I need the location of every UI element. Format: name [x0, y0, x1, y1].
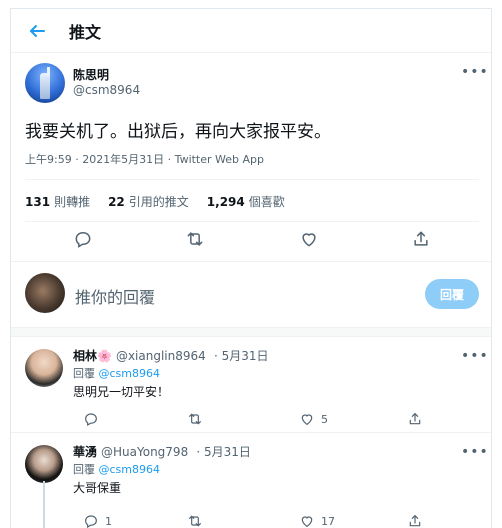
reply-input[interactable]: 推你的回覆 [75, 284, 155, 308]
author-handle[interactable]: @csm8964 [73, 83, 140, 97]
author-name[interactable]: 陈思明 [73, 66, 109, 83]
section-separator [11, 327, 491, 337]
reply-text: 大哥保重 [73, 481, 122, 495]
replying-to-handle[interactable]: @csm8964 [99, 367, 161, 380]
reply-author-avatar[interactable] [25, 445, 63, 483]
tweet-stats: 131 則轉推 22 引用的推文 1,294 個喜歡 [25, 193, 285, 210]
reply-retweet-action[interactable] [187, 411, 203, 427]
more-options-icon[interactable]: ••• [461, 349, 488, 365]
more-options-icon[interactable]: ••• [461, 65, 488, 81]
reply-author-name[interactable]: 華湧 [73, 445, 97, 459]
tweet-meta[interactable]: 上午9:59 · 2021年5月31日 · Twitter Web App [25, 151, 264, 167]
reply-text: 思明兄一切平安！ [73, 385, 170, 399]
my-avatar [25, 273, 65, 313]
reply-author[interactable]: 華湧 @HuaYong798 · 5月31日 [73, 443, 251, 460]
reply-comment-action[interactable]: 1 [83, 513, 112, 528]
retweet-icon [189, 413, 201, 425]
reply-comment-action[interactable] [83, 411, 99, 427]
comment-count: 1 [105, 514, 112, 528]
replying-to-handle[interactable]: @csm8964 [99, 463, 161, 476]
tweet-text: 我要关机了。出狱后，再向大家报平安。 [25, 122, 331, 142]
reply-author[interactable]: 相林🌸 @xianglin8964 · 5月31日 [73, 347, 269, 364]
quote-stat[interactable]: 22 引用的推文 [108, 193, 189, 210]
reply-author-handle[interactable]: @xianglin8964 [116, 349, 206, 363]
author-avatar[interactable] [25, 63, 65, 103]
reply-like-action[interactable]: 5 [299, 411, 328, 427]
reply-tweet[interactable]: 相林🌸 @xianglin8964 · 5月31日 回覆 @csm8964 思明兄… [11, 339, 491, 433]
torch-graphic [47, 67, 50, 76]
retweet-icon[interactable] [185, 229, 205, 249]
more-options-icon[interactable]: ••• [461, 445, 488, 461]
divider [11, 261, 491, 262]
reply-author-name[interactable]: 相林🌸 [73, 349, 112, 363]
like-icon [301, 414, 313, 426]
reply-share-action[interactable] [407, 411, 423, 427]
divider [25, 179, 479, 180]
replying-to: 回覆 @csm8964 [73, 367, 161, 380]
reply-button[interactable]: 回覆 [425, 279, 479, 309]
reply-author-handle[interactable]: @HuaYong798 [101, 445, 188, 459]
reply-share-action[interactable] [407, 513, 423, 528]
comment-icon [85, 413, 97, 427]
like-icon [301, 516, 313, 528]
reply-actions: 1 17 [69, 513, 469, 528]
reply-author-avatar[interactable] [25, 349, 63, 387]
like-stat[interactable]: 1,294 個喜歡 [207, 193, 285, 210]
thread-line [43, 481, 45, 528]
share-icon [409, 515, 421, 527]
tweet-detail-page: 推文 陈思明 @csm8964 ••• 我要关机了。出狱后，再向大家报平安。 上… [10, 8, 492, 528]
like-icon[interactable] [299, 229, 319, 249]
reply-like-action[interactable]: 17 [299, 513, 335, 528]
reply-retweet-action[interactable] [187, 513, 203, 528]
statue-of-liberty-graphic [40, 73, 50, 99]
like-count: 5 [321, 412, 328, 426]
arrow-left-icon[interactable] [25, 19, 49, 43]
share-icon[interactable] [411, 229, 431, 249]
like-count: 17 [321, 514, 335, 528]
share-icon [409, 413, 421, 425]
reply-date[interactable]: · 5月31日 [196, 445, 251, 459]
replying-to: 回覆 @csm8964 [73, 463, 161, 476]
reply-actions: 5 [69, 411, 469, 429]
page-title: 推文 [69, 23, 102, 42]
retweet-icon [189, 515, 201, 527]
reply-date[interactable]: · 5月31日 [214, 349, 269, 363]
comment-icon [85, 515, 97, 528]
tweet-actions [11, 229, 491, 255]
divider [25, 221, 479, 222]
reply-tweet[interactable]: 華湧 @HuaYong798 · 5月31日 回覆 @csm8964 大哥保重 •… [11, 435, 491, 528]
comment-icon[interactable] [73, 229, 93, 249]
retweet-stat[interactable]: 131 則轉推 [25, 193, 90, 210]
page-header: 推文 [11, 9, 491, 53]
